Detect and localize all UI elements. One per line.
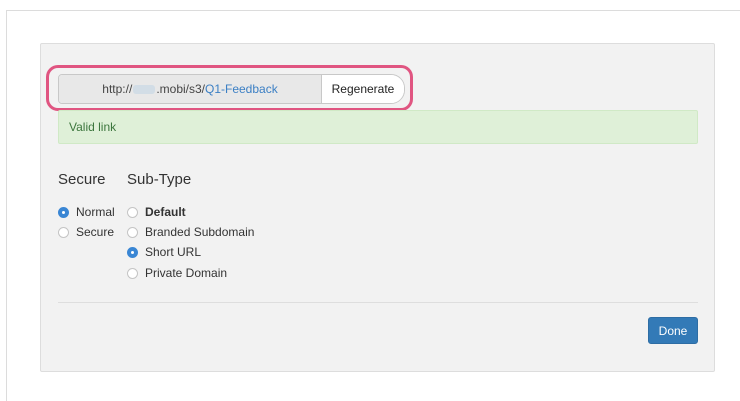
radio-private-domain[interactable] xyxy=(127,267,138,279)
secure-option-secure[interactable]: Secure xyxy=(58,225,114,239)
regenerate-button[interactable]: Regenerate xyxy=(322,75,404,103)
link-url-field[interactable]: http:// .mobi/s3/ Q1-Feedback xyxy=(59,75,322,103)
radio-normal[interactable] xyxy=(58,206,69,218)
valid-link-alert: Valid link xyxy=(58,110,698,144)
secure-option-label: Secure xyxy=(76,225,115,239)
url-prefix: http:// xyxy=(102,82,133,96)
subtype-option-label: Branded Subdomain xyxy=(145,225,255,239)
radio-secure[interactable] xyxy=(58,226,69,238)
secure-option-label: Normal xyxy=(76,205,115,219)
subtype-option-label: Short URL xyxy=(145,245,202,259)
subtype-option-default[interactable]: Default xyxy=(127,205,186,219)
footer-divider xyxy=(58,302,698,303)
subtype-option-branded-subdomain[interactable]: Branded Subdomain xyxy=(127,225,254,239)
radio-default[interactable] xyxy=(127,206,138,218)
radio-branded-subdomain[interactable] xyxy=(127,226,138,238)
secure-option-normal[interactable]: Normal xyxy=(58,205,115,219)
obscured-domain xyxy=(133,84,156,94)
subtype-option-short-url[interactable]: Short URL xyxy=(127,245,201,259)
subtype-option-label: Default xyxy=(145,205,186,219)
subtype-option-private-domain[interactable]: Private Domain xyxy=(127,266,227,280)
url-middle: .mobi/s3/ xyxy=(156,82,205,96)
subtype-option-label: Private Domain xyxy=(145,266,228,280)
link-url-group: http:// .mobi/s3/ Q1-Feedback Regenerate xyxy=(58,74,405,104)
url-slug: Q1-Feedback xyxy=(205,82,278,96)
radio-short-url[interactable] xyxy=(127,246,138,258)
done-button[interactable]: Done xyxy=(648,317,698,344)
secure-heading: Secure xyxy=(58,171,106,188)
subtype-heading: Sub-Type xyxy=(127,171,192,188)
